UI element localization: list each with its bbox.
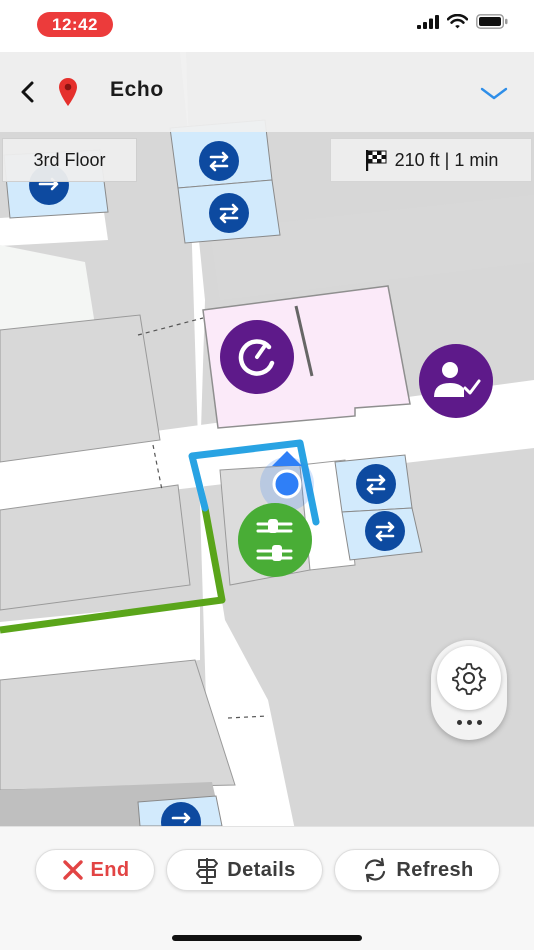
home-indicator[interactable] [172, 935, 362, 941]
floor-selector[interactable]: 3rd Floor [2, 138, 137, 182]
route-summary: 210 ft | 1 min [330, 138, 532, 182]
map-controls [431, 640, 507, 740]
close-icon [62, 860, 83, 880]
ev-charging-icon[interactable] [238, 503, 312, 577]
back-button[interactable] [16, 78, 40, 106]
details-button-label: Details [227, 858, 296, 881]
refresh-button-label: Refresh [396, 858, 474, 881]
g-circle-icon[interactable] [220, 320, 294, 394]
gear-icon [452, 663, 486, 695]
chevron-down-icon[interactable] [478, 82, 510, 104]
refresh-icon [365, 857, 386, 883]
settings-button[interactable] [437, 646, 501, 710]
venue-title: Echo [110, 78, 164, 101]
checkered-flag-icon [365, 150, 387, 171]
end-button[interactable]: End [35, 849, 155, 891]
elevator-icon[interactable] [356, 464, 396, 504]
elevator-icon[interactable] [199, 141, 239, 181]
route-distance-time: 210 ft | 1 min [394, 149, 499, 170]
status-time: 12:42 [37, 12, 113, 37]
map-pin-icon [59, 78, 77, 106]
more-dots-icon[interactable] [449, 710, 489, 734]
app-header: Echo [0, 52, 534, 132]
end-button-label: End [90, 858, 130, 881]
elevator-icon[interactable] [365, 511, 405, 551]
person-check-icon[interactable] [419, 344, 493, 418]
status-icons [417, 14, 508, 29]
bottom-action-bar: End Details Refresh [0, 826, 534, 950]
signal-icon [417, 14, 439, 29]
wifi-icon [447, 14, 468, 29]
battery-icon [476, 14, 508, 29]
refresh-button[interactable]: Refresh [334, 849, 500, 891]
elevator-icon[interactable] [209, 193, 249, 233]
signpost-icon [196, 858, 219, 884]
status-bar: 12:42 [0, 0, 534, 52]
details-button[interactable]: Details [166, 849, 323, 891]
